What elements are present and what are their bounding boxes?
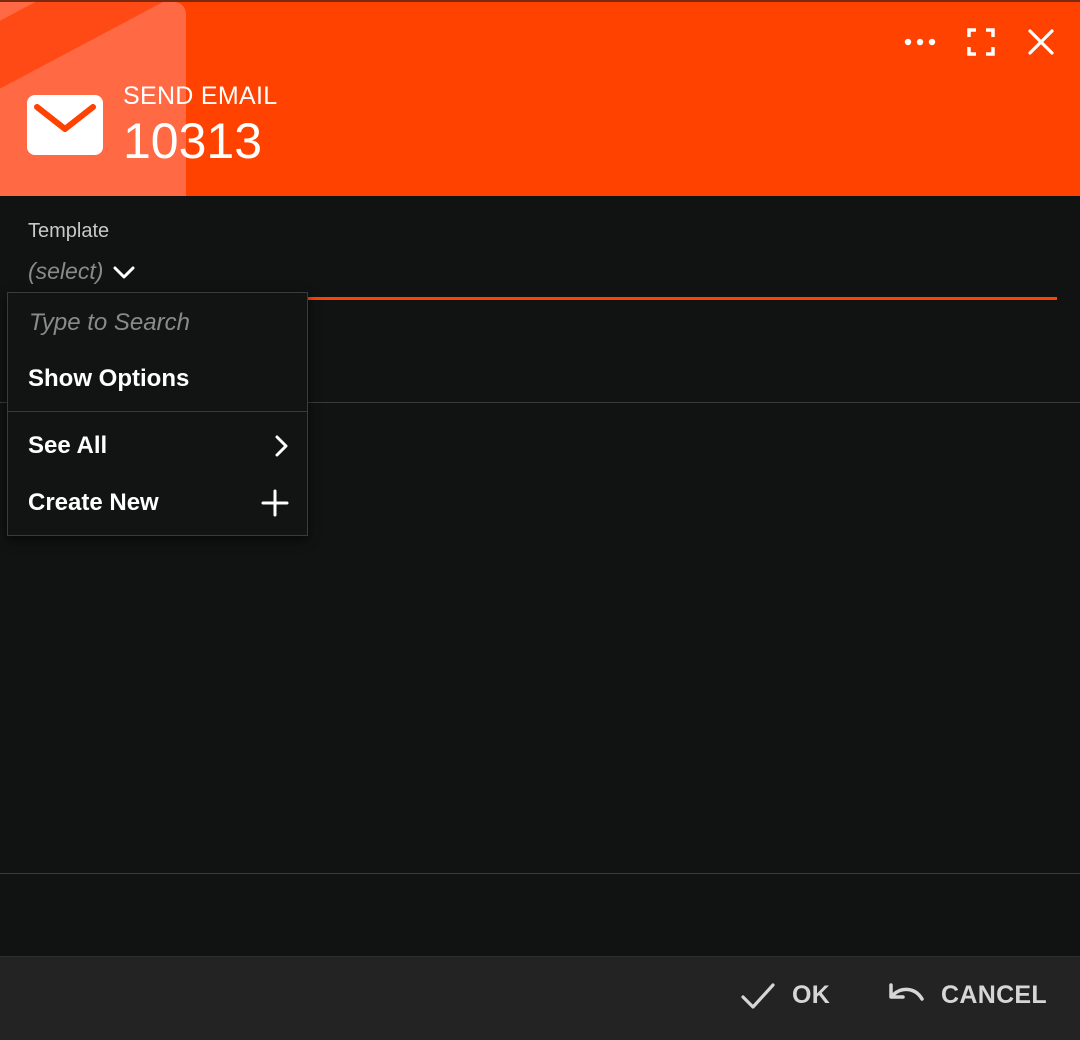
dialog-footer: OK CANCEL — [0, 956, 1080, 1040]
ok-label: OK — [792, 981, 831, 1009]
dropdown-separator — [8, 411, 307, 412]
dialog-title: 10313 — [123, 113, 263, 169]
template-field-underline — [300, 297, 1057, 300]
see-all-item[interactable]: See All — [8, 420, 307, 472]
dialog-header: SEND EMAIL 10313 — [0, 0, 1080, 196]
show-options-label: Show Options — [28, 365, 190, 392]
chevron-right-icon — [275, 435, 288, 457]
close-icon — [1028, 29, 1054, 55]
plus-icon — [261, 489, 289, 517]
show-options-item[interactable]: Show Options — [8, 353, 307, 405]
create-new-item[interactable]: Create New — [8, 477, 307, 529]
dialog-subtitle: SEND EMAIL — [123, 82, 278, 110]
template-label: Template — [28, 220, 110, 242]
template-dropdown-menu: Type to Search Show Options See All Crea… — [7, 292, 308, 536]
fullscreen-button[interactable] — [963, 24, 999, 60]
chevron-down-icon — [113, 266, 135, 278]
divider — [0, 873, 1080, 874]
undo-icon — [889, 982, 924, 1001]
cancel-label: CANCEL — [941, 981, 1047, 1009]
more-button[interactable] — [902, 24, 938, 60]
more-icon — [904, 38, 936, 46]
mail-icon — [27, 95, 103, 155]
create-new-label: Create New — [28, 489, 159, 516]
check-icon — [741, 982, 775, 1009]
see-all-label: See All — [28, 432, 108, 459]
close-button[interactable] — [1023, 24, 1059, 60]
template-select-value: (select) — [28, 258, 104, 284]
dropdown-search-input[interactable]: Type to Search — [29, 309, 190, 337]
template-select[interactable]: (select) — [28, 258, 135, 285]
cancel-button[interactable]: CANCEL — [887, 981, 1047, 1010]
ok-button[interactable]: OK — [740, 981, 830, 1010]
fullscreen-icon — [967, 28, 995, 56]
